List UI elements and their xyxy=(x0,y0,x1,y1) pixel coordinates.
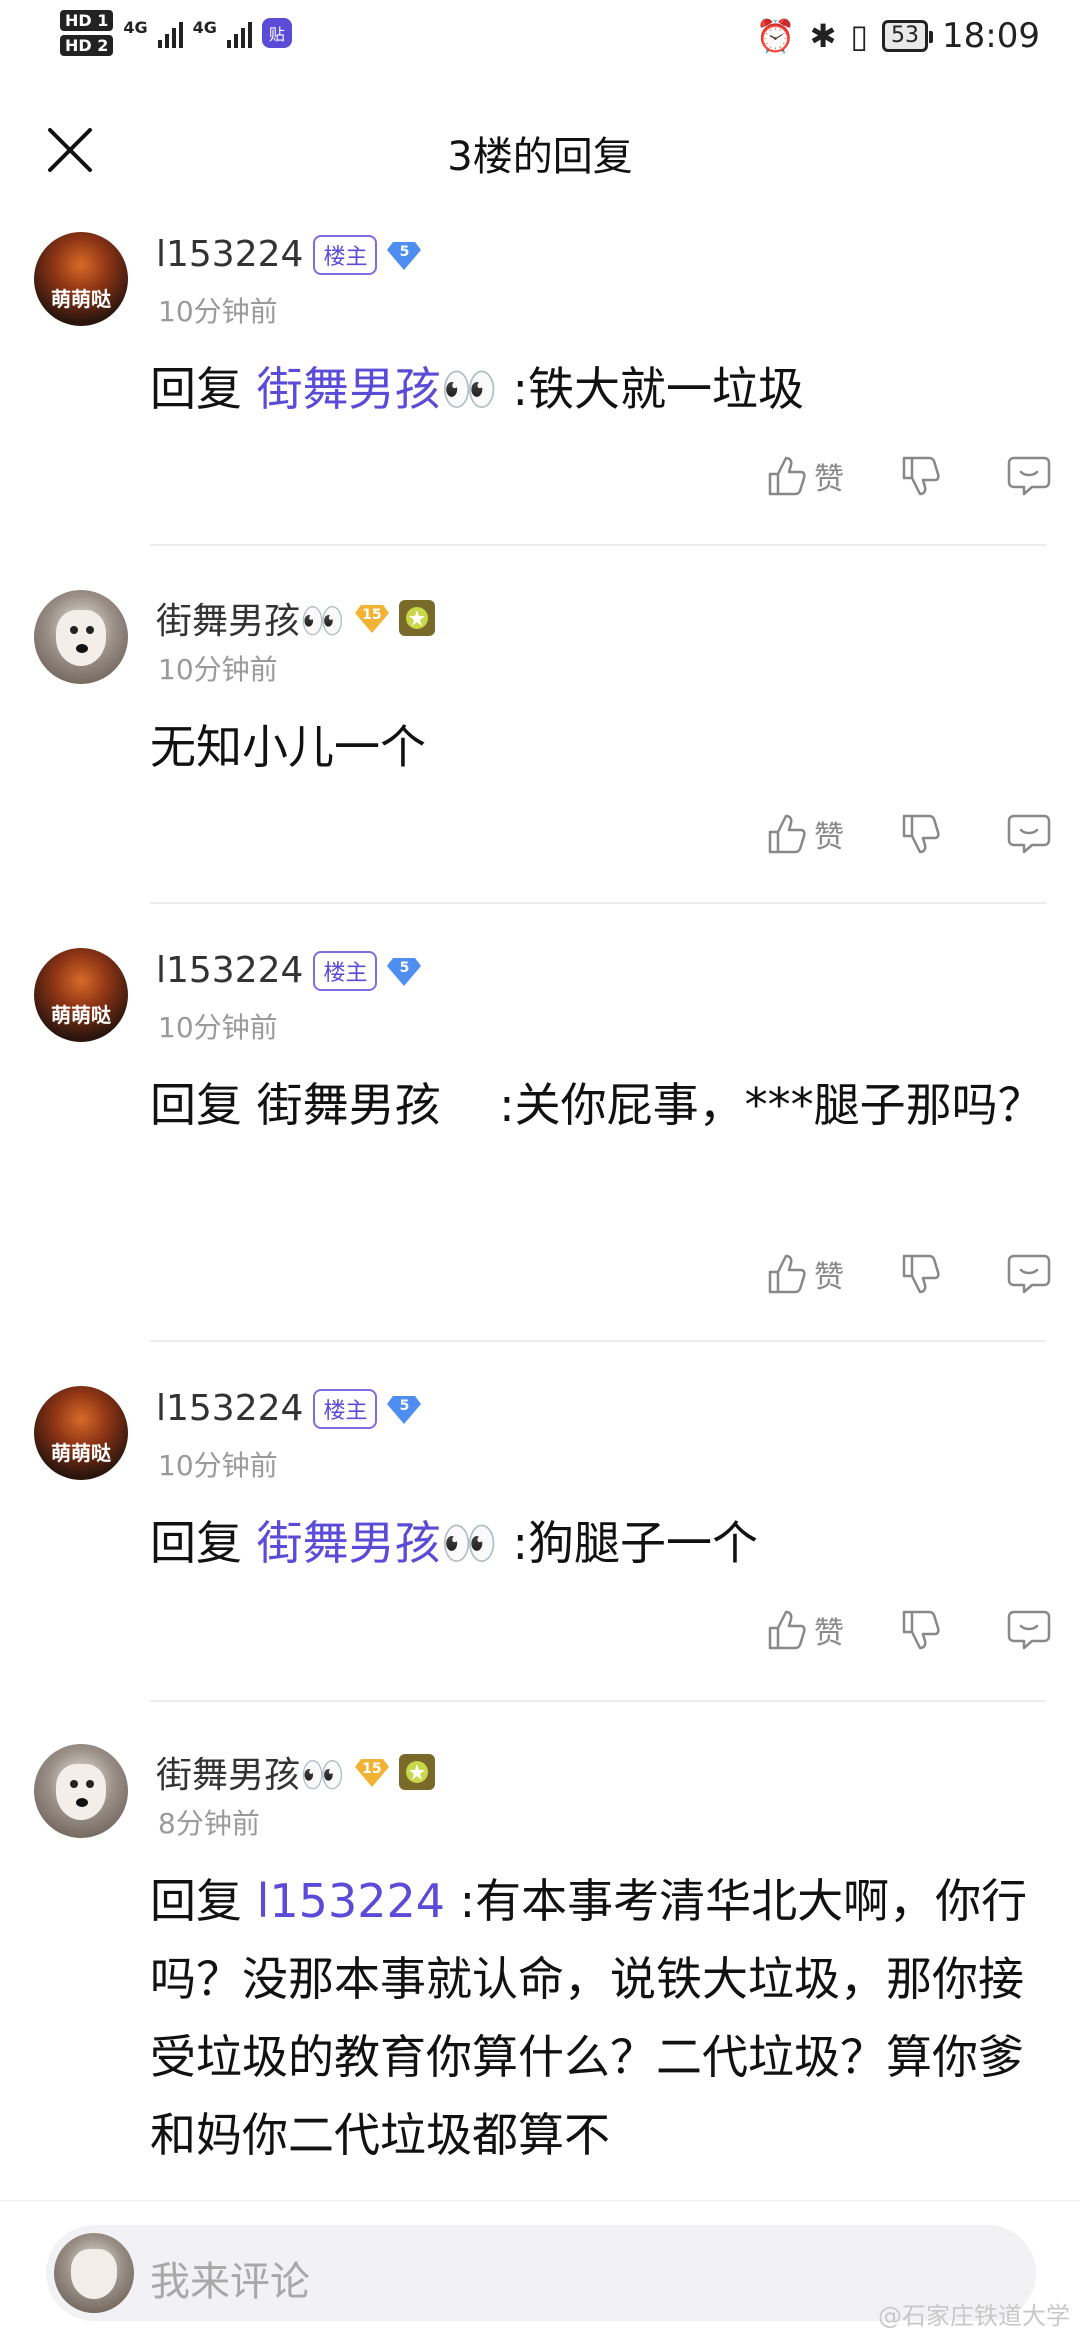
username[interactable]: l153224 xyxy=(156,950,303,991)
battery-icon: 53 xyxy=(882,20,934,52)
comment-bubble-icon xyxy=(1007,1610,1051,1650)
dislike-button[interactable] xyxy=(898,812,942,856)
thumb-up-icon xyxy=(768,1254,806,1294)
thumb-up-icon xyxy=(768,456,806,496)
mention-link[interactable]: 街舞男孩👀 xyxy=(257,1516,498,1570)
owner-badge: 楼主 xyxy=(313,234,378,275)
level-badge: 5 xyxy=(387,1394,422,1424)
signal-icon-2 xyxy=(226,18,252,48)
thumb-up-icon xyxy=(768,814,806,854)
comment-text: 无知小儿一个 xyxy=(150,720,426,774)
reply-button[interactable] xyxy=(1006,1252,1052,1296)
comment-time: 10分钟前 xyxy=(158,295,278,328)
watermark: @石家庄铁道大学 xyxy=(878,2302,1070,2330)
level-badge: 15 xyxy=(354,1757,389,1787)
thumb-down-icon xyxy=(902,814,940,854)
thumb-down-icon xyxy=(902,456,940,496)
network-type-1: 4G xyxy=(123,17,148,37)
comment-input-bar: 我来评论 @石家庄铁道大学 xyxy=(0,2200,1080,2341)
comment-bubble-icon xyxy=(1007,456,1051,496)
like-label: 赞 xyxy=(814,462,844,497)
page-title: 3楼的回复 xyxy=(447,134,633,180)
mention-link[interactable]: l153224 xyxy=(257,1874,445,1928)
avatar[interactable] xyxy=(34,590,128,684)
my-avatar xyxy=(54,2233,134,2313)
medal-icon xyxy=(398,1754,435,1790)
owner-badge: 楼主 xyxy=(313,950,378,991)
username[interactable]: l153224 xyxy=(156,234,303,275)
alarm-icon: ⏰ xyxy=(755,17,796,55)
avatar[interactable]: 萌萌哒 xyxy=(34,1386,128,1480)
like-button[interactable]: 赞 xyxy=(764,1608,844,1652)
comment-item: 街舞男孩👀 15 10分钟前 无知小儿一个 赞 xyxy=(0,578,1080,936)
avatar[interactable] xyxy=(34,1744,128,1838)
divider xyxy=(150,1700,1046,1702)
reply-button[interactable] xyxy=(1006,454,1052,498)
like-label: 赞 xyxy=(814,1616,844,1651)
status-bar: HD 1 HD 2 4G 4G 贴 ⏰ ✱ ▯ 53 18:09 xyxy=(0,0,1080,80)
hd1-indicator: HD 1 xyxy=(60,10,114,31)
owner-badge: 楼主 xyxy=(313,1388,378,1429)
thumb-down-icon xyxy=(902,1254,940,1294)
thumb-up-icon xyxy=(768,1610,806,1650)
avatar[interactable]: 萌萌哒 xyxy=(34,232,128,326)
reply-button[interactable] xyxy=(1006,812,1052,856)
level-badge: 15 xyxy=(354,603,389,633)
comment-text: 回复 街舞男孩👀 :铁大就一垃圾 xyxy=(150,362,805,416)
reply-list: 萌萌哒 l153224 楼主 5 10分钟前 回复 街舞男孩👀 :铁大就一垃圾 … xyxy=(0,220,1080,2162)
comment-time: 8分钟前 xyxy=(158,1807,260,1840)
dislike-button[interactable] xyxy=(898,1608,942,1652)
divider xyxy=(150,1340,1046,1342)
level-badge: 5 xyxy=(387,240,422,270)
dislike-button[interactable] xyxy=(898,454,942,498)
mention-link[interactable]: 街舞男孩👀 xyxy=(257,362,498,416)
comment-item: 萌萌哒 l153224 楼主 5 10分钟前 回复 街舞男孩 :关你屁事，***… xyxy=(0,936,1080,1376)
comment-time: 10分钟前 xyxy=(158,653,278,686)
comment-bubble-icon xyxy=(1007,814,1051,854)
comment-text: 回复 街舞男孩 :关你屁事，***腿子那吗？ xyxy=(150,1078,1044,1132)
like-button[interactable]: 赞 xyxy=(764,812,844,856)
comment-item: 萌萌哒 l153224 楼主 5 10分钟前 回复 街舞男孩👀 :铁大就一垃圾 … xyxy=(0,220,1080,578)
comment-text: 回复 街舞男孩👀 :狗腿子一个 xyxy=(150,1516,759,1570)
dislike-button[interactable] xyxy=(898,1252,942,1296)
comment-bubble-icon xyxy=(1007,1254,1051,1294)
divider xyxy=(150,902,1046,904)
clock: 18:09 xyxy=(942,16,1040,56)
reply-button[interactable] xyxy=(1006,1608,1052,1652)
comment-placeholder: 我来评论 xyxy=(150,2259,310,2305)
level-badge: 5 xyxy=(387,956,422,986)
comment-time: 10分钟前 xyxy=(158,1449,278,1482)
bluetooth-icon: ✱ xyxy=(809,17,837,55)
nav-bar: 3楼的回复 xyxy=(0,100,1080,200)
username[interactable]: 街舞男孩👀 xyxy=(156,592,345,644)
like-button[interactable]: 赞 xyxy=(764,454,844,498)
medal-icon xyxy=(398,600,435,636)
signal-icon xyxy=(157,18,183,48)
comment-item: 街舞男孩👀 15 8分钟前 回复 l153224 :有本事考清华北大啊，你行吗？… xyxy=(0,1734,1080,2204)
network-type-2: 4G xyxy=(192,17,217,37)
comment-item: 萌萌哒 l153224 楼主 5 10分钟前 回复 街舞男孩👀 :狗腿子一个 赞 xyxy=(0,1376,1080,1734)
thumb-down-icon xyxy=(902,1610,940,1650)
hd2-indicator: HD 2 xyxy=(60,35,114,56)
like-button[interactable]: 赞 xyxy=(764,1252,844,1296)
like-label: 赞 xyxy=(814,820,844,855)
avatar[interactable]: 萌萌哒 xyxy=(34,948,128,1042)
comment-time: 10分钟前 xyxy=(158,1011,278,1044)
vibrate-icon: ▯ xyxy=(850,17,869,55)
tieba-app-icon: 贴 xyxy=(261,18,292,48)
comment-text: 回复 l153224 :有本事考清华北大啊，你行吗？没那本事就认命，说铁大垃圾，… xyxy=(150,1874,1028,2162)
username[interactable]: l153224 xyxy=(156,1388,303,1429)
like-label: 赞 xyxy=(814,1260,844,1295)
divider xyxy=(150,544,1046,546)
username[interactable]: 街舞男孩👀 xyxy=(156,1746,345,1798)
